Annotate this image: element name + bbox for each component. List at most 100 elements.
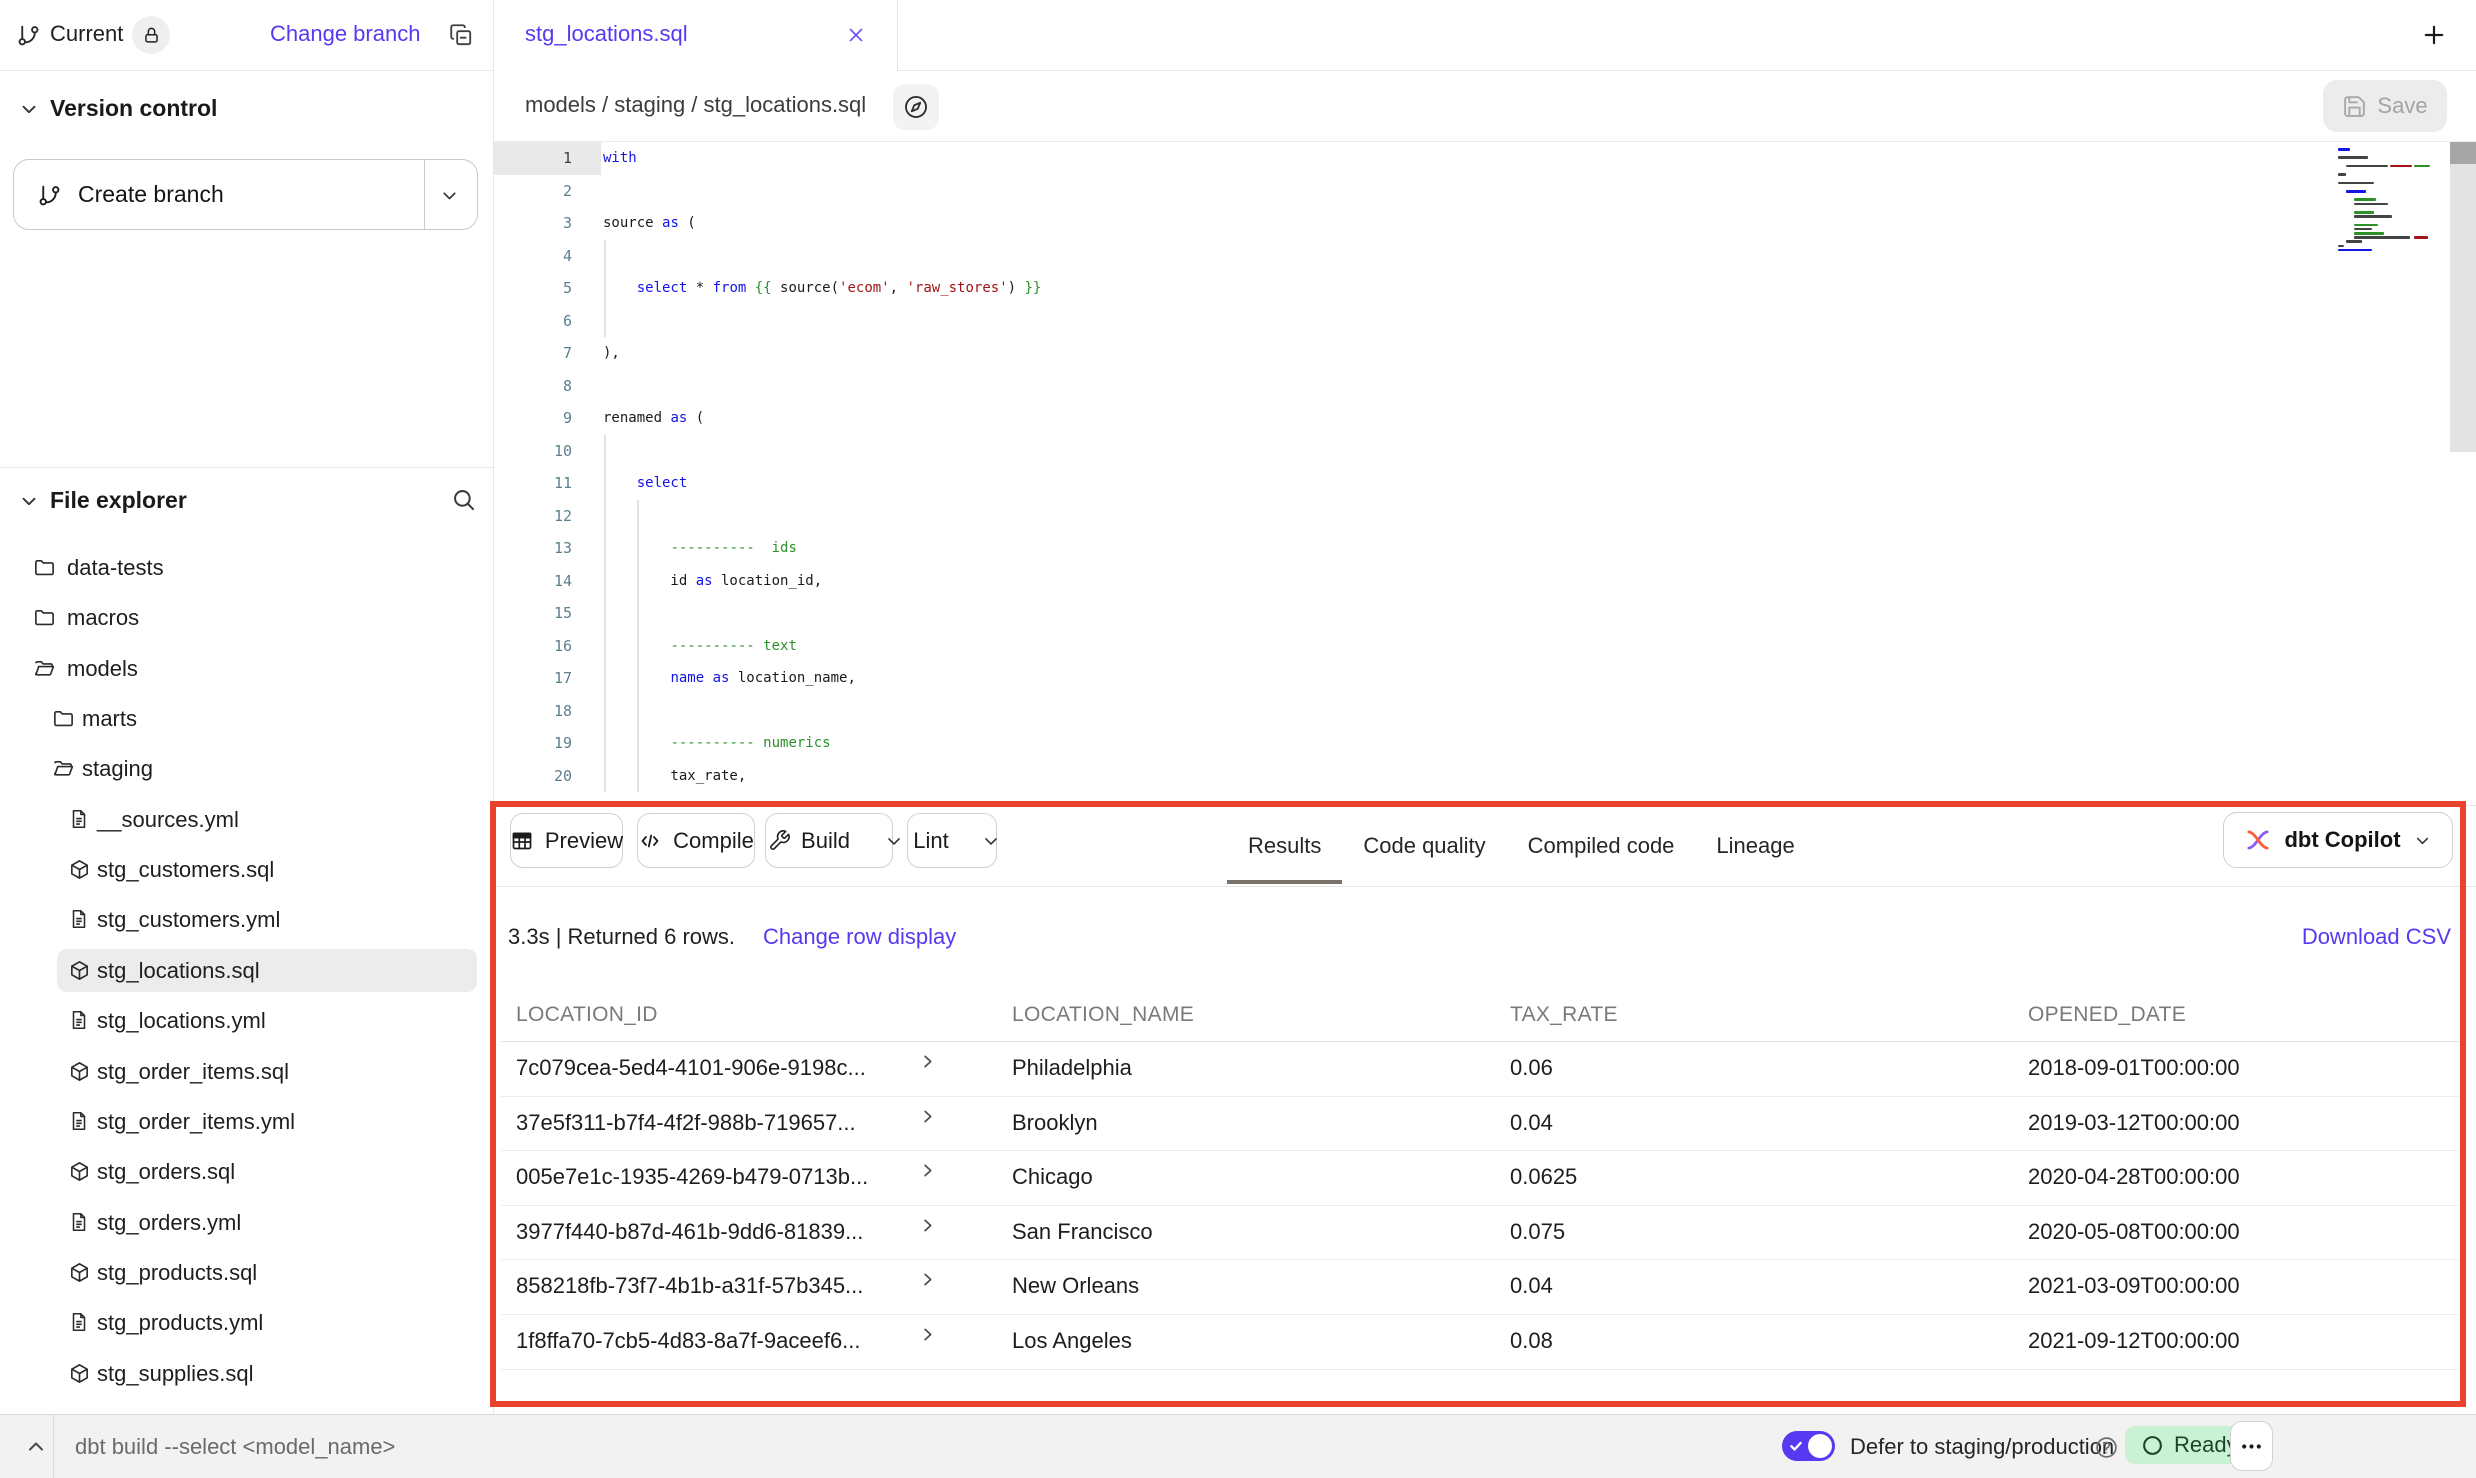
code-line-8[interactable]: 8	[494, 370, 2476, 403]
file-item-label: stg_customers.sql	[97, 857, 274, 883]
button-divider	[424, 160, 425, 229]
code-line-19[interactable]: 19 ---------- numerics	[494, 727, 2476, 760]
cell-location_id: 005e7e1c-1935-4269-b479-0713b...	[516, 1164, 868, 1190]
expand-row-chevron-icon[interactable]	[918, 1052, 937, 1071]
version-control-title[interactable]: Version control	[50, 95, 217, 122]
change-row-display-link[interactable]: Change row display	[763, 924, 956, 950]
tab-stg-locations-sql[interactable]: stg_locations.sql	[494, 0, 898, 71]
code-line-6[interactable]: 6	[494, 305, 2476, 338]
code-line-11[interactable]: 11 select	[494, 467, 2476, 500]
expand-row-chevron-icon[interactable]	[918, 1161, 937, 1180]
defer-toggle[interactable]	[1782, 1431, 1835, 1461]
lint-button[interactable]: Lint	[903, 814, 958, 867]
file-item-models[interactable]: models	[0, 647, 494, 691]
search-icon[interactable]	[450, 486, 477, 513]
save-button[interactable]: Save	[2323, 80, 2447, 132]
file-item-stg-locations-yml[interactable]: stg_locations.yml	[0, 999, 494, 1043]
column-header-location_name: LOCATION_NAME	[1012, 1003, 1194, 1027]
code-line-2[interactable]: 2	[494, 175, 2476, 208]
file-item-marts[interactable]: marts	[0, 697, 494, 741]
minimap-line	[2354, 228, 2372, 231]
minimap-scroll-thumb[interactable]	[2450, 142, 2476, 164]
file-explorer-title[interactable]: File explorer	[50, 487, 187, 514]
file-item-stg-products-sql[interactable]: stg_products.sql	[0, 1251, 494, 1295]
build-button[interactable]: Build	[754, 814, 862, 867]
compile-button[interactable]: Compile	[637, 813, 755, 868]
download-csv-link[interactable]: Download CSV	[2302, 924, 2451, 950]
minimap-line	[2338, 249, 2372, 252]
cube-icon	[68, 1362, 91, 1385]
chevron-down-icon[interactable]	[439, 185, 460, 206]
line-number: 6	[494, 305, 601, 338]
file-item--sources-yml[interactable]: __sources.yml	[0, 798, 494, 842]
code-line-7[interactable]: 7),	[494, 337, 2476, 370]
ready-circle-icon	[2141, 1434, 2164, 1457]
chevron-up-icon[interactable]	[24, 1435, 48, 1459]
code-line-5[interactable]: 5 select * from {{ source('ecom', 'raw_s…	[494, 272, 2476, 305]
copy-icon[interactable]	[448, 22, 474, 48]
file-item-macros[interactable]: macros	[0, 596, 494, 640]
cell-opened_date: 2020-04-28T00:00:00	[2028, 1164, 2240, 1190]
file-item-label: stg_orders.yml	[97, 1210, 241, 1236]
lint-options-chevron[interactable]	[981, 814, 1001, 867]
chevron-down-icon[interactable]	[18, 98, 40, 120]
code-line-13[interactable]: 13 ---------- ids	[494, 532, 2476, 565]
file-item-stg-order-items-sql[interactable]: stg_order_items.sql	[0, 1050, 494, 1094]
build-options-chevron[interactable]	[884, 814, 904, 867]
expand-row-chevron-icon[interactable]	[918, 1325, 937, 1344]
preview-button[interactable]: Preview	[510, 813, 623, 868]
cube-icon	[68, 1060, 91, 1083]
file-item-stg-locations-sql[interactable]: stg_locations.sql	[0, 949, 494, 993]
code-line-14[interactable]: 14 id as location_id,	[494, 565, 2476, 598]
close-icon[interactable]	[845, 24, 867, 46]
tab-compiled-code[interactable]: Compiled code	[1507, 806, 1696, 885]
file-item-data-tests[interactable]: data-tests	[0, 546, 494, 590]
code-line-9[interactable]: 9renamed as (	[494, 402, 2476, 435]
file-item-stg-customers-sql[interactable]: stg_customers.sql	[0, 848, 494, 892]
line-number: 15	[494, 597, 601, 630]
code-editor[interactable]: 1with23source as (45 select * from {{ so…	[494, 142, 2476, 805]
code-line-12[interactable]: 12	[494, 500, 2476, 533]
lineage-compass-button[interactable]	[893, 84, 939, 130]
chevron-down-icon[interactable]	[18, 490, 40, 512]
file-item-stg-order-items-yml[interactable]: stg_order_items.yml	[0, 1100, 494, 1144]
help-icon[interactable]	[2094, 1435, 2119, 1460]
code-line-10[interactable]: 10	[494, 435, 2476, 468]
command-input[interactable]: dbt build --select <model_name>	[75, 1415, 395, 1478]
code-line-3[interactable]: 3source as (	[494, 207, 2476, 240]
file-item-stg-customers-yml[interactable]: stg_customers.yml	[0, 898, 494, 942]
file-item-label: marts	[82, 706, 137, 732]
file-item-stg-products-yml[interactable]: stg_products.yml	[0, 1301, 494, 1345]
create-branch-button[interactable]: Create branch	[13, 159, 478, 230]
file-item-stg-orders-sql[interactable]: stg_orders.sql	[0, 1150, 494, 1194]
expand-row-chevron-icon[interactable]	[918, 1107, 937, 1126]
minimap-scroll-track[interactable]	[2450, 142, 2476, 452]
more-options-button[interactable]	[2230, 1421, 2273, 1471]
code-line-20[interactable]: 20 tax_rate,	[494, 760, 2476, 793]
build-label: Build	[801, 828, 850, 854]
code-line-17[interactable]: 17 name as location_name,	[494, 662, 2476, 695]
tab-results[interactable]: Results	[1227, 806, 1342, 885]
tab-lineage[interactable]: Lineage	[1695, 806, 1815, 885]
minimap-line	[2354, 211, 2374, 214]
new-tab-plus-icon[interactable]	[2420, 21, 2448, 49]
expand-row-chevron-icon[interactable]	[918, 1270, 937, 1289]
file-item-label: stg_customers.yml	[97, 907, 280, 933]
tab-code-quality[interactable]: Code quality	[1342, 806, 1506, 885]
tab-bar: stg_locations.sql	[494, 0, 2476, 71]
table-row: 37e5f311-b7f4-4f2f-988b-719657...Brookly…	[501, 1097, 2459, 1152]
code-line-1[interactable]: 1with	[494, 142, 2476, 175]
change-branch-link[interactable]: Change branch	[270, 21, 420, 47]
expand-row-chevron-icon[interactable]	[918, 1216, 937, 1235]
file-item-label: stg_products.yml	[97, 1310, 263, 1336]
column-header-location_id: LOCATION_ID	[516, 1003, 658, 1027]
file-item-stg-orders-yml[interactable]: stg_orders.yml	[0, 1201, 494, 1245]
file-item-staging[interactable]: staging	[0, 747, 494, 791]
code-text: source as (	[601, 215, 696, 231]
code-line-16[interactable]: 16 ---------- text	[494, 630, 2476, 663]
code-line-4[interactable]: 4	[494, 240, 2476, 273]
code-line-18[interactable]: 18	[494, 695, 2476, 728]
code-line-15[interactable]: 15	[494, 597, 2476, 630]
file-item-stg-supplies-sql[interactable]: stg_supplies.sql	[0, 1352, 494, 1396]
dbt-copilot-button[interactable]: dbt Copilot	[2223, 812, 2453, 868]
